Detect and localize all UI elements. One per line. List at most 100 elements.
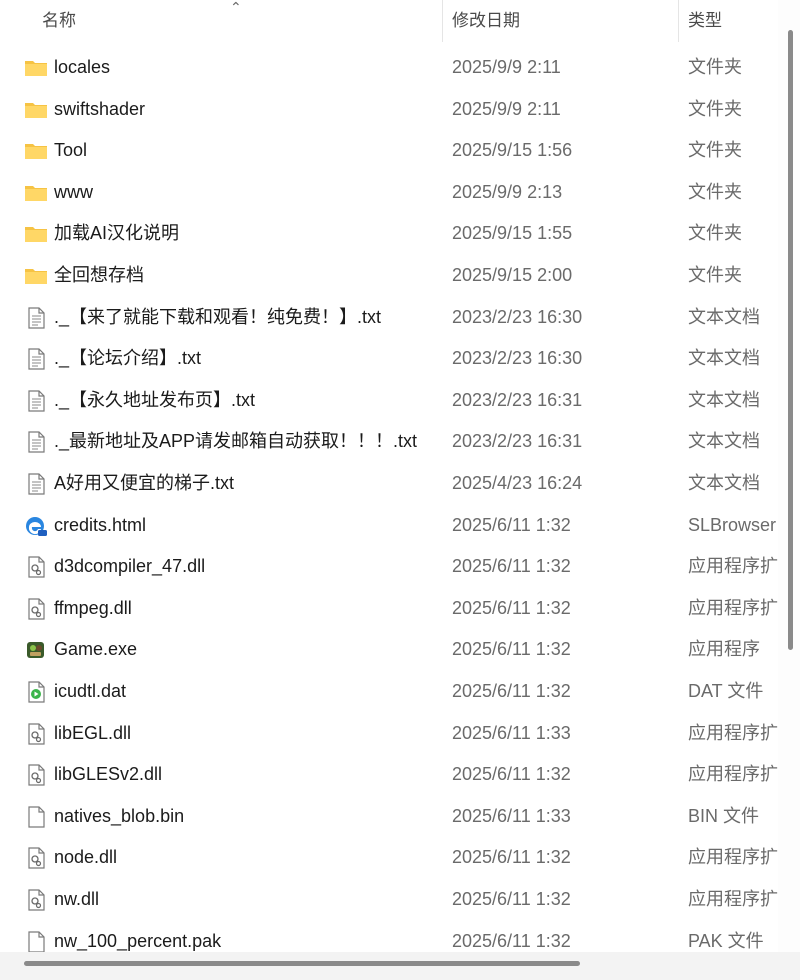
file-row[interactable]: natives_blob.bin 2025/6/11 1:33 BIN 文件 bbox=[0, 796, 778, 838]
file-name[interactable]: Tool bbox=[54, 130, 87, 172]
dll-file-icon bbox=[24, 847, 48, 869]
file-name[interactable]: 加载AI汉化说明 bbox=[54, 213, 179, 255]
file-name[interactable]: Game.exe bbox=[54, 629, 137, 671]
file-row[interactable]: locales 2025/9/9 2:11 文件夹 bbox=[0, 47, 778, 89]
file-row[interactable]: 全回想存档 2025/9/15 2:00 文件夹 bbox=[0, 255, 778, 297]
blank-file-icon bbox=[24, 806, 48, 828]
file-type: 应用程序扩展 bbox=[688, 722, 778, 743]
file-row[interactable]: ._【永久地址发布页】.txt 2023/2/23 16:31 文本文档 bbox=[0, 380, 778, 422]
file-type: 应用程序扩展 bbox=[688, 556, 778, 577]
file-type: 应用程序扩展 bbox=[688, 764, 778, 785]
file-modified-date: 2025/6/11 1:32 bbox=[452, 847, 571, 868]
file-name[interactable]: swiftshader bbox=[54, 89, 145, 131]
folder-icon bbox=[24, 182, 48, 204]
file-name[interactable]: libGLESv2.dll bbox=[54, 754, 162, 796]
file-name[interactable]: nw.dll bbox=[54, 879, 99, 921]
text-file-icon bbox=[24, 473, 48, 495]
file-row[interactable]: libEGL.dll 2025/6/11 1:33 应用程序扩展 bbox=[0, 713, 778, 755]
file-row[interactable]: ._【来了就能下载和观看！纯免费！】.txt 2023/2/23 16:30 文本文… bbox=[0, 297, 778, 339]
file-name[interactable]: d3dcompiler_47.dll bbox=[54, 546, 205, 588]
file-type: 应用程序扩展 bbox=[688, 597, 778, 618]
text-file-icon bbox=[24, 348, 48, 370]
text-file-icon bbox=[24, 431, 48, 453]
file-type: DAT 文件 bbox=[688, 681, 764, 701]
file-name[interactable]: A好用又便宜的梯子.txt bbox=[54, 463, 234, 505]
file-type: 文件夹 bbox=[688, 98, 742, 119]
file-row[interactable]: Tool 2025/9/15 1:56 文件夹 bbox=[0, 130, 778, 172]
column-divider[interactable] bbox=[442, 0, 443, 42]
file-modified-date: 2025/9/15 2:00 bbox=[452, 265, 573, 285]
file-modified-date: 2025/9/9 2:11 bbox=[452, 98, 561, 119]
file-modified-date: 2025/6/11 1:32 bbox=[452, 639, 571, 660]
media-file-icon bbox=[24, 681, 48, 703]
folder-icon bbox=[24, 265, 48, 287]
column-header-type[interactable]: 类型 bbox=[688, 0, 722, 42]
file-row[interactable]: nw.dll 2025/6/11 1:32 应用程序扩展 bbox=[0, 879, 778, 921]
sort-ascending-icon[interactable]: ⌃ bbox=[230, 0, 242, 14]
file-row[interactable]: icudtl.dat 2025/6/11 1:32 DAT 文件 bbox=[0, 671, 778, 713]
file-type: 文本文档 bbox=[688, 389, 760, 410]
file-modified-date: 2025/9/15 1:56 bbox=[452, 140, 573, 161]
file-name[interactable]: ._【来了就能下载和观看！纯免费！】.txt bbox=[54, 297, 381, 339]
file-modified-date: 2025/4/23 16:24 bbox=[452, 473, 583, 493]
file-row[interactable]: ffmpeg.dll 2025/6/11 1:32 应用程序扩展 bbox=[0, 588, 778, 630]
file-modified-date: 2025/6/11 1:33 bbox=[452, 805, 571, 826]
file-row[interactable]: 加载AI汉化说明 2025/9/15 1:55 文件夹 bbox=[0, 213, 778, 255]
file-type: 文本文档 bbox=[688, 473, 760, 493]
file-name[interactable]: ffmpeg.dll bbox=[54, 588, 132, 630]
file-row[interactable]: Game.exe 2025/6/11 1:32 应用程序 bbox=[0, 629, 778, 671]
file-modified-date: 2023/2/23 16:31 bbox=[452, 389, 583, 410]
file-row[interactable]: libGLESv2.dll 2025/6/11 1:32 应用程序扩展 bbox=[0, 754, 778, 796]
file-type: 应用程序扩展 bbox=[688, 847, 778, 868]
column-header-date[interactable]: 修改日期 bbox=[452, 0, 520, 42]
file-modified-date: 2023/2/23 16:30 bbox=[452, 306, 583, 327]
file-type: 文件夹 bbox=[688, 223, 742, 244]
file-name[interactable]: www bbox=[54, 172, 93, 214]
column-header: ⌃ 名称 修改日期 类型 bbox=[0, 0, 778, 42]
dll-file-icon bbox=[24, 722, 48, 745]
folder-icon bbox=[24, 140, 48, 162]
file-name[interactable]: libEGL.dll bbox=[54, 713, 131, 755]
column-header-name[interactable]: 名称 bbox=[42, 0, 76, 42]
horizontal-scrollbar-thumb[interactable] bbox=[24, 961, 580, 966]
file-row[interactable]: www 2025/9/9 2:13 文件夹 bbox=[0, 172, 778, 214]
file-type: 文件夹 bbox=[688, 140, 742, 161]
file-row[interactable]: swiftshader 2025/9/9 2:11 文件夹 bbox=[0, 89, 778, 131]
file-modified-date: 2025/6/11 1:32 bbox=[452, 597, 571, 618]
file-modified-date: 2025/6/11 1:32 bbox=[452, 556, 571, 577]
file-modified-date: 2023/2/23 16:31 bbox=[452, 431, 583, 452]
file-name[interactable]: 全回想存档 bbox=[54, 255, 144, 297]
file-modified-date: 2025/6/11 1:32 bbox=[452, 514, 571, 535]
folder-icon bbox=[24, 223, 48, 245]
column-divider[interactable] bbox=[678, 0, 679, 42]
file-name[interactable]: icudtl.dat bbox=[54, 671, 126, 713]
text-file-icon bbox=[24, 390, 48, 412]
file-name[interactable]: ._【永久地址发布页】.txt bbox=[54, 380, 255, 422]
file-row[interactable]: node.dll 2025/6/11 1:32 应用程序扩展 bbox=[0, 837, 778, 879]
dll-file-icon bbox=[24, 889, 48, 911]
file-type: 文件夹 bbox=[688, 265, 742, 285]
browser-icon bbox=[24, 515, 48, 537]
file-name[interactable]: ._最新地址及APP请发邮箱自动获取！！！.txt bbox=[54, 421, 417, 463]
file-name[interactable]: ._【论坛介绍】.txt bbox=[54, 338, 201, 380]
file-row[interactable]: d3dcompiler_47.dll 2025/6/11 1:32 应用程序扩展 bbox=[0, 546, 778, 588]
dll-file-icon bbox=[24, 598, 48, 620]
file-modified-date: 2025/9/9 2:13 bbox=[452, 181, 563, 202]
file-name[interactable]: node.dll bbox=[54, 837, 117, 879]
file-type: 文件夹 bbox=[688, 57, 742, 77]
file-name[interactable]: credits.html bbox=[54, 505, 146, 547]
blank-file-icon bbox=[24, 930, 48, 953]
file-modified-date: 2025/6/11 1:32 bbox=[452, 681, 571, 701]
file-row[interactable]: ._最新地址及APP请发邮箱自动获取！！！.txt 2023/2/23 16:31… bbox=[0, 421, 778, 463]
vertical-scrollbar-thumb[interactable] bbox=[788, 30, 793, 650]
file-type: 文本文档 bbox=[688, 306, 760, 327]
file-row[interactable]: ._【论坛介绍】.txt 2023/2/23 16:30 文本文档 bbox=[0, 338, 778, 380]
file-type: 应用程序 bbox=[688, 639, 760, 660]
file-name[interactable]: locales bbox=[54, 47, 110, 89]
file-name[interactable]: natives_blob.bin bbox=[54, 796, 184, 838]
file-modified-date: 2025/9/9 2:11 bbox=[452, 57, 561, 77]
file-modified-date: 2025/6/11 1:32 bbox=[452, 764, 571, 785]
file-row[interactable]: credits.html 2025/6/11 1:32 SLBrowser bbox=[0, 505, 778, 547]
file-row[interactable]: A好用又便宜的梯子.txt 2025/4/23 16:24 文本文档 bbox=[0, 463, 778, 505]
horizontal-scrollbar[interactable] bbox=[0, 952, 800, 980]
